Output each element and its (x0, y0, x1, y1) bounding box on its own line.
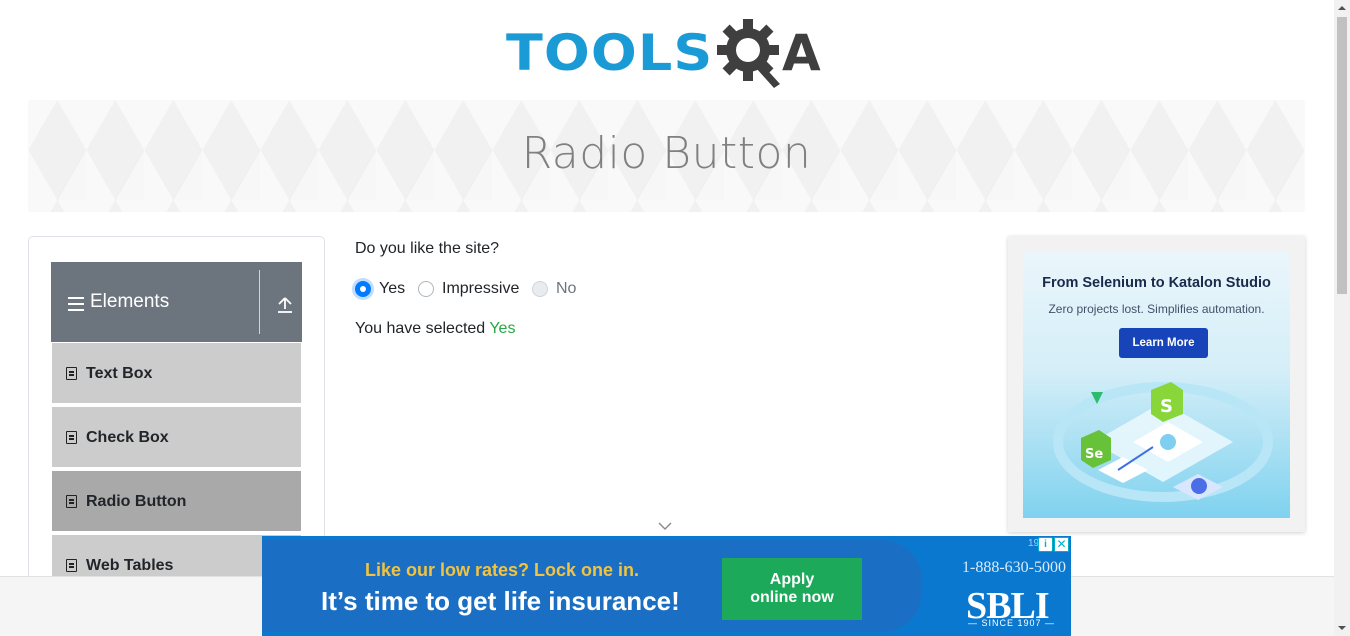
ad-subtitle: Zero projects lost. Simplifies automatio… (1048, 302, 1265, 316)
collapse-arrow-icon[interactable] (277, 296, 293, 314)
sidebar-item-label: Check Box (86, 429, 169, 446)
sidebar-item-label: Web Tables (86, 557, 174, 574)
vertical-scrollbar[interactable] (1334, 0, 1350, 636)
list-icon (66, 431, 77, 444)
apply-line-1: Apply (769, 571, 815, 588)
ad-headline-main: It’s time to get life insurance! (321, 586, 680, 616)
question-text: Do you like the site? (355, 240, 500, 257)
no-radio (532, 281, 548, 297)
ad-close-icon[interactable]: ✕ (1054, 537, 1069, 552)
radio-option-no: No (532, 279, 576, 299)
sidebar-item-radio-button[interactable]: Radio Button (51, 470, 302, 532)
list-icon (66, 495, 77, 508)
radio-label: No (556, 280, 577, 297)
svg-text:S: S (1160, 396, 1173, 417)
sidebar-item-label: Text Box (86, 365, 153, 382)
selenium-badge: Se (1081, 430, 1111, 468)
divider (259, 270, 260, 334)
chevron-down-icon (658, 522, 672, 530)
hamburger-icon (68, 297, 84, 311)
result-prefix: You have selected (355, 320, 490, 337)
result-value: Yes (489, 320, 516, 337)
radio-label[interactable]: Impressive (442, 280, 519, 298)
ad-info-icon[interactable]: i (1038, 537, 1053, 552)
selection-result: You have selected Yes (355, 320, 515, 338)
list-icon (66, 559, 77, 572)
page-banner: Radio Button (28, 100, 1305, 212)
scrollbar-thumb[interactable] (1337, 17, 1347, 294)
page-title: Radio Button (521, 128, 812, 179)
ad-illustration: S Se (1053, 382, 1273, 502)
gear-magnifier-icon (717, 19, 780, 88)
ad-sbli[interactable]: Like our low rates? Lock one in. It’s ti… (262, 536, 1071, 636)
yes-radio[interactable] (355, 281, 371, 297)
logo-suffix: A (782, 24, 821, 82)
ad-title: From Selenium to Katalon Studio (1042, 275, 1271, 291)
ad-phone: 1-888-630-5000 (962, 559, 1066, 576)
radio-option-yes[interactable]: Yes (355, 279, 405, 299)
learn-more-button[interactable]: Learn More (1119, 328, 1208, 358)
radio-option-impressive[interactable]: Impressive (418, 279, 519, 299)
ad-since: — SINCE 1907 — (968, 618, 1056, 628)
sidebar-item-check-box[interactable]: Check Box (51, 406, 302, 468)
impressive-radio[interactable] (418, 281, 434, 297)
toolsqa-logo[interactable]: TOOLS A (506, 14, 831, 92)
scroll-down-arrow-icon[interactable] (1334, 620, 1350, 636)
ad-card[interactable]: From Selenium to Katalon Studio Zero pro… (1023, 252, 1290, 518)
ad-headline-top: Like our low rates? Lock one in. (365, 560, 640, 580)
page: TOOLS A Radio Button Elements Text Box C… (0, 0, 1350, 636)
apply-online-button[interactable]: Apply online now (722, 558, 862, 620)
sidebar-item-text-box[interactable]: Text Box (51, 342, 302, 404)
sidebar-group-elements[interactable]: Elements (51, 262, 302, 342)
logo-text: TOOLS (506, 24, 714, 82)
scroll-up-arrow-icon[interactable] (1334, 0, 1350, 16)
radio-label[interactable]: Yes (379, 280, 405, 298)
apply-line-2: online now (750, 589, 834, 606)
list-icon (66, 367, 77, 380)
sidebar-group-title: Elements (90, 291, 170, 312)
ad-katalon[interactable]: From Selenium to Katalon Studio Zero pro… (1008, 236, 1305, 532)
sidebar-item-label: Radio Button (86, 493, 187, 510)
svg-text:Se: Se (1085, 447, 1103, 462)
